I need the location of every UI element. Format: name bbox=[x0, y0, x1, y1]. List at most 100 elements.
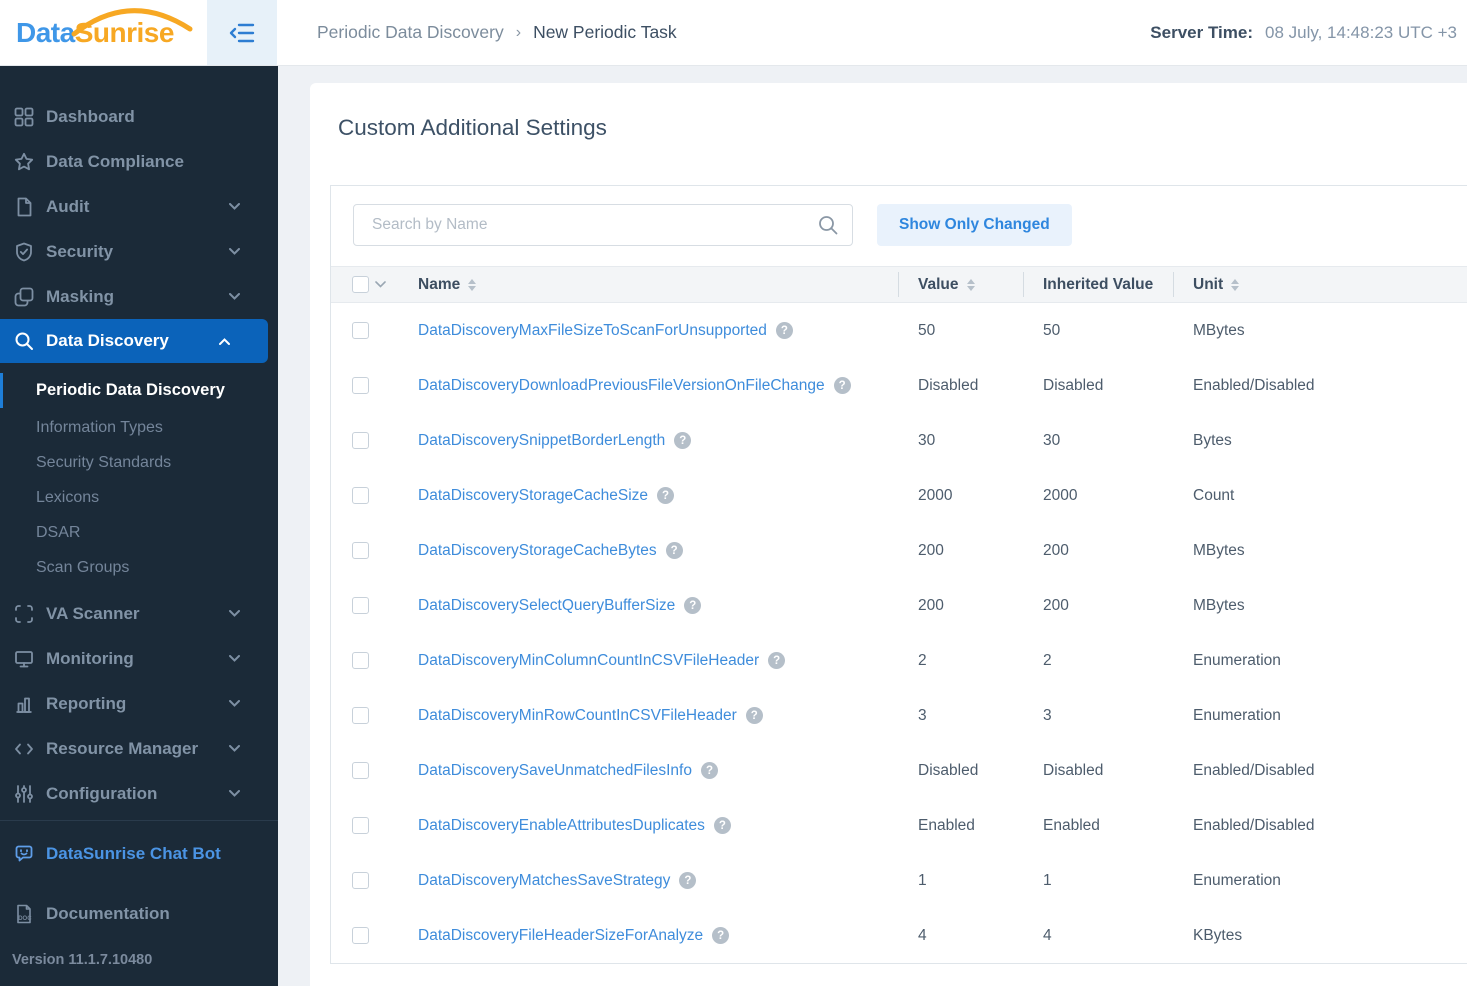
row-checkbox[interactable] bbox=[352, 872, 369, 889]
server-time-label: Server Time: bbox=[1150, 22, 1253, 42]
help-icon[interactable]: ? bbox=[712, 927, 730, 944]
sidebar-item-va-scanner[interactable]: VA Scanner bbox=[0, 591, 278, 636]
select-menu-chevron-icon[interactable] bbox=[375, 281, 386, 288]
setting-name-link[interactable]: DataDiscoverySnippetBorderLength bbox=[418, 432, 665, 450]
help-icon[interactable]: ? bbox=[700, 762, 718, 779]
inherited-value-cell: 30 bbox=[1043, 431, 1061, 449]
sidebar-item-masking[interactable]: Masking bbox=[0, 274, 278, 319]
row-checkbox[interactable] bbox=[352, 817, 369, 834]
logo[interactable]: DataSunrise bbox=[0, 0, 207, 65]
sort-icon[interactable] bbox=[468, 278, 477, 291]
chevron-down-icon bbox=[229, 203, 240, 210]
sidebar-item-label: Monitoring bbox=[46, 648, 134, 668]
sidebar-item-data-compliance[interactable]: Data Compliance bbox=[0, 139, 278, 184]
sidebar-item-reporting[interactable]: Reporting bbox=[0, 681, 278, 726]
column-header-unit[interactable]: Unit bbox=[1173, 267, 1467, 302]
row-checkbox[interactable] bbox=[352, 487, 369, 504]
row-checkbox[interactable] bbox=[352, 652, 369, 669]
table-toolbar: Show Only Changed bbox=[331, 186, 1467, 266]
row-checkbox[interactable] bbox=[352, 542, 369, 559]
row-checkbox[interactable] bbox=[352, 322, 369, 339]
setting-name-link[interactable]: DataDiscoverySelectQueryBufferSize bbox=[418, 597, 675, 615]
setting-name-link[interactable]: DataDiscoveryMinRowCountInCSVFileHeader bbox=[418, 707, 737, 725]
help-icon[interactable]: ? bbox=[713, 817, 731, 834]
help-icon[interactable]: ? bbox=[665, 542, 683, 559]
sort-icon[interactable] bbox=[1231, 278, 1240, 291]
row-checkbox[interactable] bbox=[352, 432, 369, 449]
help-icon[interactable]: ? bbox=[684, 597, 702, 614]
help-icon[interactable]: ? bbox=[833, 377, 851, 394]
sidebar-item-resource-manager[interactable]: Resource Manager bbox=[0, 726, 278, 771]
help-icon[interactable]: ? bbox=[775, 322, 793, 339]
setting-name-link[interactable]: DataDiscoverySaveUnmatchedFilesInfo bbox=[418, 762, 692, 780]
setting-name-link[interactable]: DataDiscoveryEnableAttributesDuplicates bbox=[418, 817, 705, 835]
unit-cell: Enumeration bbox=[1193, 651, 1281, 669]
setting-name-link[interactable]: DataDiscoveryMinColumnCountInCSVFileHead… bbox=[418, 652, 759, 670]
table-body: DataDiscoveryMaxFileSizeToScanForUnsuppo… bbox=[331, 303, 1467, 963]
sidebar-item-documentation[interactable]: DOC Documentation bbox=[0, 891, 278, 936]
chevron-down-icon bbox=[229, 700, 240, 707]
sidebar-item-data-discovery[interactable]: Data Discovery bbox=[0, 319, 268, 363]
help-icon[interactable]: ? bbox=[674, 432, 692, 449]
active-indicator bbox=[0, 373, 3, 408]
row-checkbox[interactable] bbox=[352, 762, 369, 779]
sidebar-subitem-information-types[interactable]: Information Types bbox=[0, 410, 278, 445]
sidebar-subitem-periodic-data-discovery[interactable]: Periodic Data Discovery bbox=[0, 371, 278, 410]
table-row: DataDiscoverySelectQueryBufferSize ? 200… bbox=[331, 578, 1467, 633]
setting-name-link[interactable]: DataDiscoveryMaxFileSizeToScanForUnsuppo… bbox=[418, 322, 767, 340]
chevron-down-icon bbox=[229, 248, 240, 255]
sidebar-subitem-scan-groups[interactable]: Scan Groups bbox=[0, 550, 278, 585]
column-header-inherited-value[interactable]: Inherited Value bbox=[1023, 267, 1173, 302]
table-row: DataDiscoveryStorageCacheSize ? 2000 200… bbox=[331, 468, 1467, 523]
row-checkbox[interactable] bbox=[352, 927, 369, 944]
help-icon[interactable]: ? bbox=[768, 652, 786, 669]
code-icon bbox=[14, 739, 34, 759]
data-discovery-submenu: Periodic Data Discovery Information Type… bbox=[0, 363, 278, 591]
sidebar-collapse-button[interactable] bbox=[207, 0, 277, 65]
setting-name-link[interactable]: DataDiscoveryMatchesSaveStrategy bbox=[418, 872, 670, 890]
collapse-sidebar-icon bbox=[229, 23, 255, 42]
help-icon[interactable]: ? bbox=[745, 707, 763, 724]
select-all-checkbox[interactable] bbox=[352, 276, 369, 293]
sidebar-item-audit[interactable]: Audit bbox=[0, 184, 278, 229]
magnifier-icon bbox=[14, 331, 34, 351]
sidebar-item-label: VA Scanner bbox=[46, 603, 140, 623]
setting-name-link[interactable]: DataDiscoveryFileHeaderSizeForAnalyze bbox=[418, 927, 703, 945]
setting-name-link[interactable]: DataDiscoveryDownloadPreviousFileVersion… bbox=[418, 377, 825, 395]
sidebar-subitem-label: Security Standards bbox=[36, 453, 172, 471]
sidebar-subitem-security-standards[interactable]: Security Standards bbox=[0, 445, 278, 480]
show-only-changed-button[interactable]: Show Only Changed bbox=[877, 204, 1072, 246]
chevron-down-icon bbox=[229, 790, 240, 797]
doc-file-icon: DOC bbox=[14, 904, 34, 924]
row-checkbox[interactable] bbox=[352, 707, 369, 724]
column-header-value[interactable]: Value bbox=[898, 267, 1023, 302]
version-label: Version 11.1.7.10480 bbox=[12, 952, 153, 968]
inherited-value-cell: 1 bbox=[1043, 871, 1052, 889]
sidebar-item-security[interactable]: Security bbox=[0, 229, 278, 274]
column-label: Unit bbox=[1193, 275, 1224, 293]
row-checkbox[interactable] bbox=[352, 597, 369, 614]
breadcrumb-parent[interactable]: Periodic Data Discovery bbox=[317, 22, 504, 43]
search-icon bbox=[817, 214, 839, 241]
column-header-name[interactable]: Name bbox=[418, 267, 898, 302]
sidebar-subitem-dsar[interactable]: DSAR bbox=[0, 515, 278, 550]
sidebar-item-dashboard[interactable]: Dashboard bbox=[0, 94, 278, 139]
help-icon[interactable]: ? bbox=[679, 872, 697, 889]
table-row: DataDiscoverySnippetBorderLength ? 30 30… bbox=[331, 413, 1467, 468]
setting-name-link[interactable]: DataDiscoveryStorageCacheSize bbox=[418, 487, 648, 505]
sidebar-item-label: Documentation bbox=[46, 903, 170, 923]
row-checkbox[interactable] bbox=[352, 377, 369, 394]
sidebar-item-chat-bot[interactable]: DataSunrise Chat Bot bbox=[0, 831, 278, 876]
unit-cell: Enumeration bbox=[1193, 706, 1281, 724]
scan-frame-icon bbox=[14, 604, 34, 624]
sidebar-item-configuration[interactable]: Configuration bbox=[0, 771, 278, 816]
help-icon[interactable]: ? bbox=[657, 487, 675, 504]
search-input[interactable] bbox=[353, 204, 853, 246]
bar-chart-icon bbox=[14, 694, 34, 714]
setting-name-link[interactable]: DataDiscoveryStorageCacheBytes bbox=[418, 542, 657, 560]
sort-icon[interactable] bbox=[966, 278, 975, 291]
sidebar-item-monitoring[interactable]: Monitoring bbox=[0, 636, 278, 681]
sidebar-item-label: DataSunrise Chat Bot bbox=[46, 843, 221, 863]
unit-cell: MBytes bbox=[1193, 596, 1245, 614]
sidebar-subitem-lexicons[interactable]: Lexicons bbox=[0, 480, 278, 515]
